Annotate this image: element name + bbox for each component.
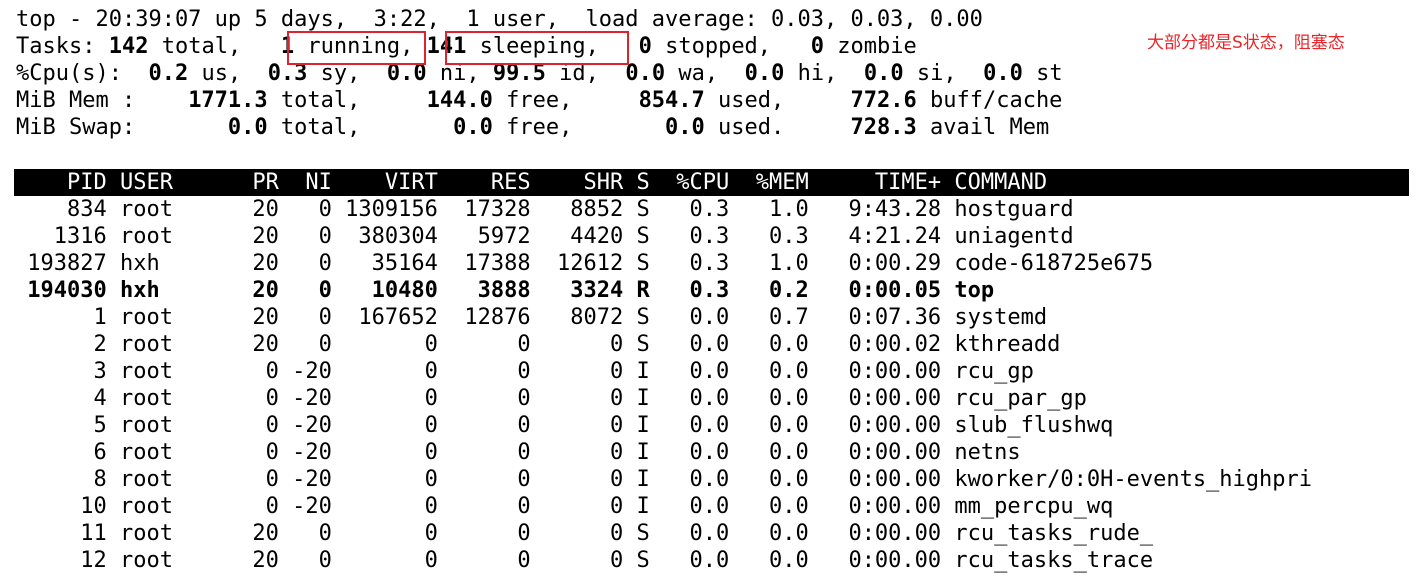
table-row: 12 root 20 0 0 0 0 S 0.0 0.0 0:00.00 rcu…: [14, 548, 1154, 573]
table-row: 3 root 0 -20 0 0 0 I 0.0 0.0 0:00.00 rcu…: [14, 359, 1034, 384]
uptime-line: top - 20:39:07 up 5 days, 3:22, 1 user, …: [16, 7, 983, 32]
table-row: 10 root 0 -20 0 0 0 I 0.0 0.0 0:00.00 mm…: [14, 494, 1114, 519]
cpu-si-label: si,: [903, 61, 984, 86]
cpu-wa: 0.0: [625, 61, 666, 86]
tasks-prefix: Tasks:: [16, 34, 109, 59]
swap-used-label: used.: [704, 115, 851, 140]
cpu-prefix: %Cpu(s):: [16, 61, 149, 86]
swap-avail: 728.3: [850, 115, 917, 140]
swap-used: 0.0: [665, 115, 705, 140]
mem-buff: 772.6: [850, 88, 917, 113]
table-row: 6 root 0 -20 0 0 0 I 0.0 0.0 0:00.00 net…: [14, 440, 1021, 465]
swap-total: 0.0: [227, 115, 268, 140]
tasks-total-label: total,: [148, 34, 281, 59]
mem-used-label: used,: [704, 88, 851, 113]
table-row: 1316 root 20 0 380304 5972 4420 S 0.3 0.…: [14, 224, 1074, 249]
table-row: 193827 hxh 20 0 35164 17388 12612 S 0.3 …: [14, 251, 1154, 276]
mem-used: 854.7: [638, 88, 705, 113]
table-row: 4 root 0 -20 0 0 0 I 0.0 0.0 0:00.00 rcu…: [14, 386, 1087, 411]
running-highlight-box: [287, 31, 426, 65]
table-row: 5 root 0 -20 0 0 0 I 0.0 0.0 0:00.00 slu…: [14, 413, 1114, 438]
mem-total-label: total,: [267, 88, 427, 113]
cpu-st-label: st: [1022, 61, 1063, 86]
cpu-us: 0.2: [148, 61, 189, 86]
mem-line: MiB Mem : 1771.3 total, 144.0 free, 854.…: [16, 87, 1063, 114]
swap-avail-label: avail Mem: [916, 115, 1050, 140]
cpu-si: 0.0: [863, 61, 904, 86]
tasks-zombie-label: zombie: [824, 34, 917, 59]
mem-prefix: MiB Mem :: [16, 88, 189, 113]
table-row: 834 root 20 0 1309156 17328 8852 S 0.3 1…: [14, 197, 1074, 222]
table-row-current: 194030 hxh 20 0 10480 3888 3324 R 0.3 0.…: [14, 278, 995, 303]
tasks-stopped: 0: [638, 34, 652, 59]
top-summary: top - 20:39:07 up 5 days, 3:22, 1 user, …: [16, 6, 1063, 141]
sleeping-highlight-box: [445, 31, 629, 65]
cpu-us-label: us,: [188, 61, 268, 86]
process-table: PID USER PR NI VIRT RES SHR S %CPU %MEM …: [14, 169, 1409, 574]
mem-free: 144.0: [426, 88, 493, 113]
table-row: 8 root 0 -20 0 0 0 I 0.0 0.0 0:00.00 kwo…: [14, 467, 1313, 492]
annotation-note: 大部分都是S状态，阻塞态: [1147, 33, 1345, 53]
swap-prefix: MiB Swap:: [16, 115, 228, 140]
swap-free: 0.0: [453, 115, 493, 140]
swap-total-label: total,: [267, 115, 454, 140]
swap-line: MiB Swap: 0.0 total, 0.0 free, 0.0 used.…: [16, 114, 1063, 141]
table-row: 1 root 20 0 167652 12876 8072 S 0.0 0.7 …: [14, 305, 1048, 330]
swap-free-label: free,: [492, 115, 666, 140]
mem-total: 1771.3: [188, 88, 268, 113]
cpu-wa-label: wa,: [665, 61, 745, 86]
table-row: 11 root 20 0 0 0 0 S 0.0 0.0 0:00.00 rcu…: [14, 521, 1154, 546]
cpu-st: 0.0: [983, 61, 1023, 86]
tasks-zombie: 0: [810, 34, 825, 59]
table-row: 2 root 20 0 0 0 0 S 0.0 0.0 0:00.02 kthr…: [14, 332, 1061, 357]
cpu-hi: 0.0: [744, 61, 785, 86]
table-header: PID USER PR NI VIRT RES SHR S %CPU %MEM …: [14, 169, 1409, 196]
mem-buff-label: buff/cache: [916, 88, 1063, 113]
cpu-hi-label: hi,: [784, 61, 864, 86]
mem-free-label: free,: [492, 88, 639, 113]
tasks-stopped-label: stopped,: [651, 34, 811, 59]
tasks-total: 142: [108, 34, 149, 59]
